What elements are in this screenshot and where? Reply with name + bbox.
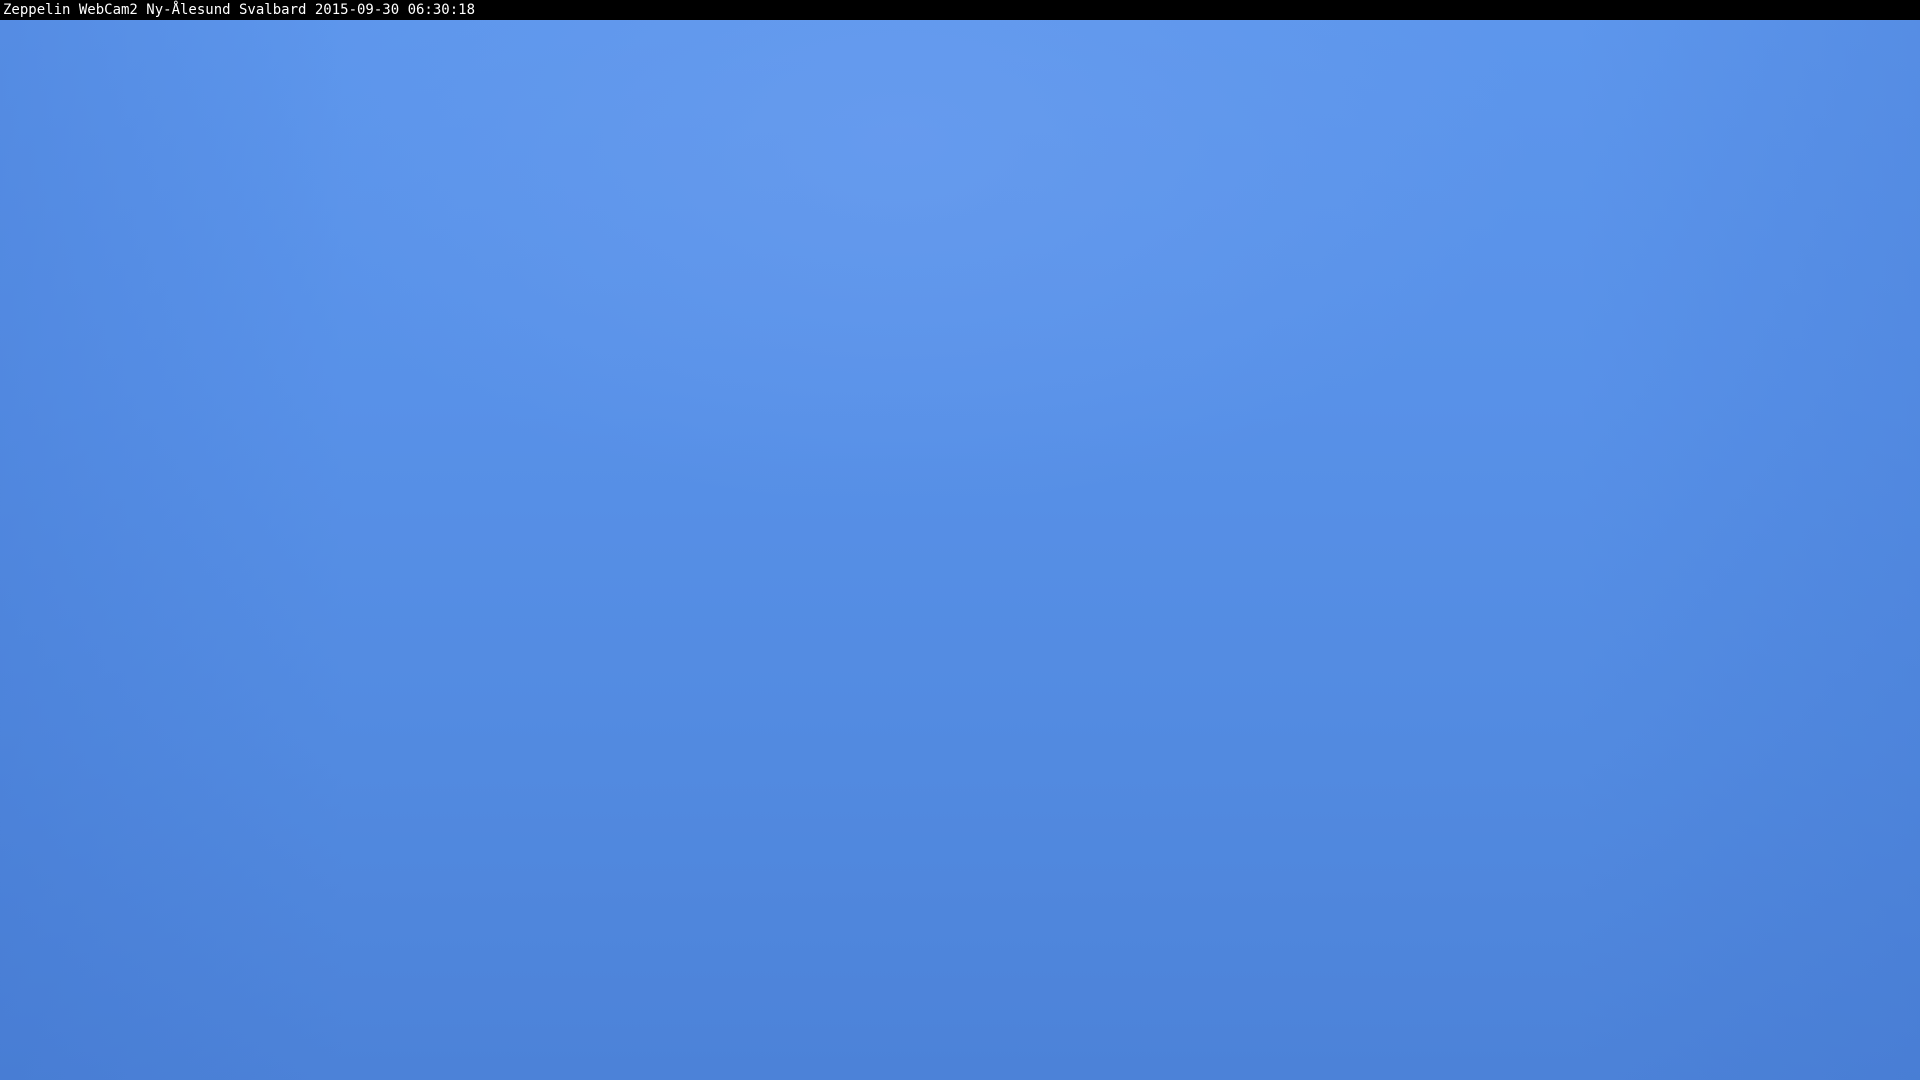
webcam-caption: Zeppelin WebCam2 Ny-Ålesund Svalbard 201… bbox=[3, 2, 476, 18]
sky-image bbox=[0, 20, 1920, 1080]
webcam-frame: Zeppelin WebCam2 Ny-Ålesund Svalbard 201… bbox=[0, 0, 1920, 1080]
caption-bar: Zeppelin WebCam2 Ny-Ålesund Svalbard 201… bbox=[0, 0, 1920, 20]
